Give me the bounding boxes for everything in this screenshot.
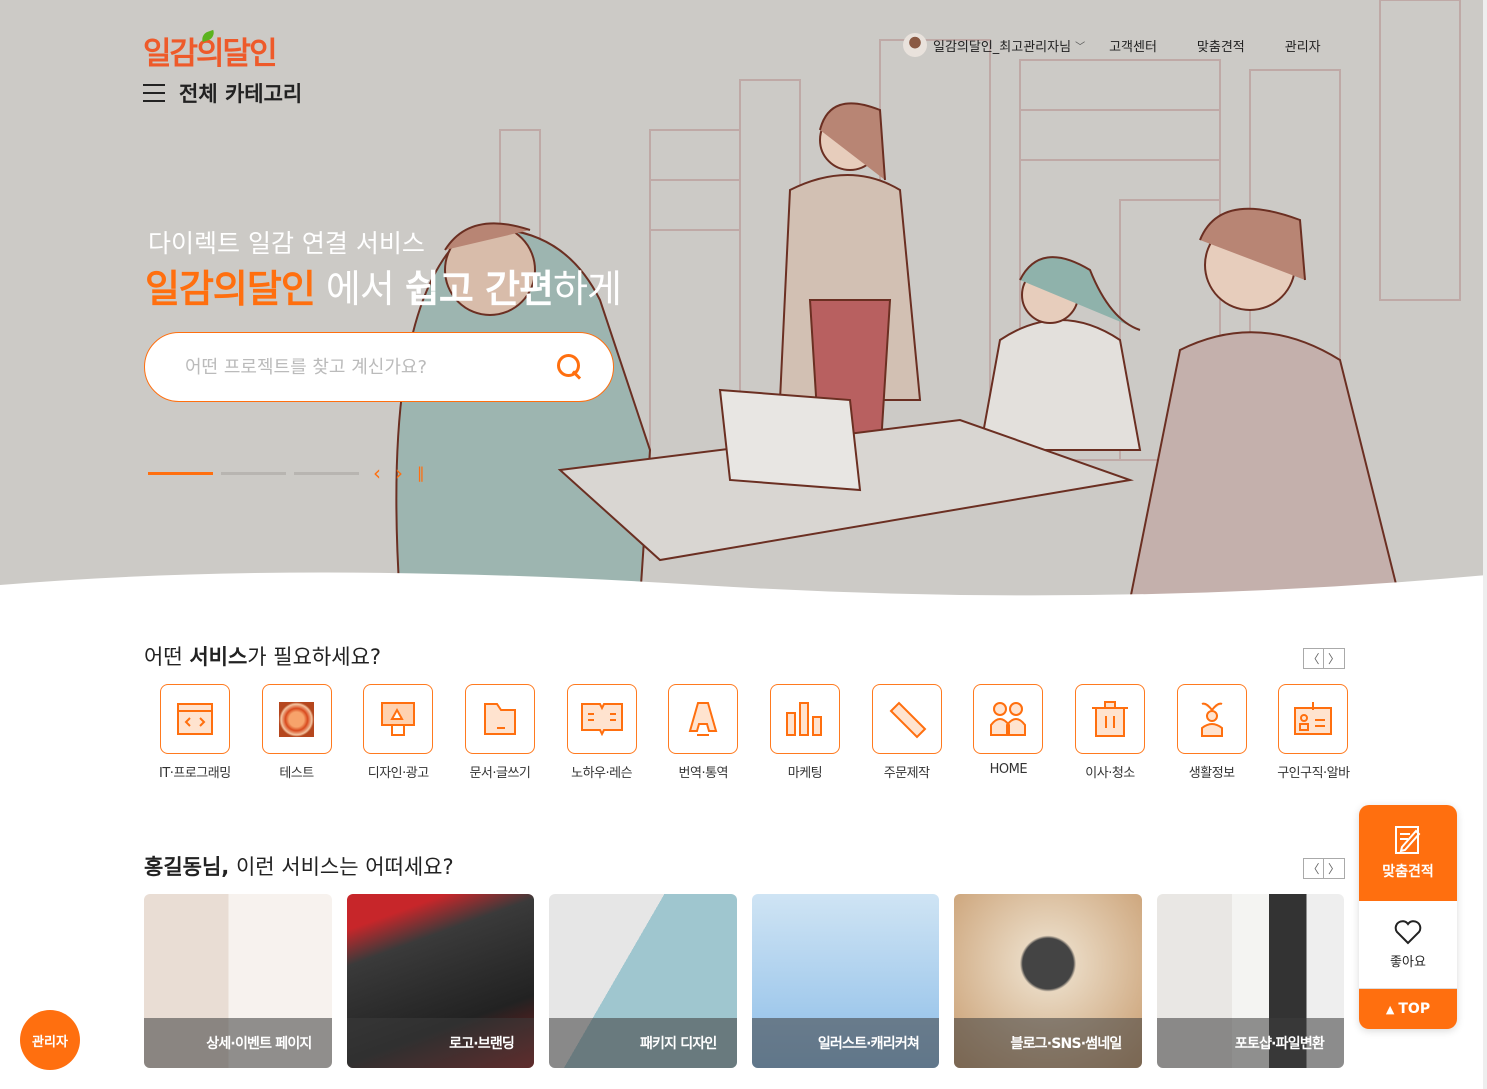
service-item[interactable]: 디자인·광고 [347, 684, 449, 781]
services-title: 어떤 서비스가 필요하세요? [144, 645, 382, 669]
quick-menu: 맞춤견적 좋아요 ▲ TOP [1359, 805, 1457, 1029]
logo-text: 일감의달인 [143, 36, 278, 72]
chevron-right-icon[interactable]: 〉 [1324, 648, 1345, 669]
search-icon[interactable] [555, 352, 585, 382]
services-arrows: 〈〉 [1303, 648, 1345, 669]
service-item[interactable]: 문서·글쓰기 [449, 684, 551, 781]
service-item[interactable]: 주문제작 [856, 684, 958, 781]
scroll-top-button[interactable]: ▲ TOP [1359, 989, 1457, 1029]
recommend-card[interactable]: 포토샵·파일변환 [1156, 894, 1344, 1068]
quick-estimate-button[interactable]: 맞춤견적 [1359, 805, 1457, 901]
service-item[interactable]: 이사·청소 [1059, 684, 1161, 781]
admin-link[interactable]: 관리자 [1285, 36, 1321, 55]
monitor-design-icon [381, 702, 416, 736]
chevron-left-icon[interactable]: 〈 [1303, 858, 1324, 879]
recommend-card[interactable]: 로고·브랜딩 [346, 894, 534, 1068]
recommend-arrows: 〈〉 [1303, 858, 1345, 879]
chevron-left-icon[interactable]: ‹ [373, 461, 381, 485]
recommend-title: 홍길동님, 이런 서비스는 어떠세요? [144, 855, 454, 879]
user-name: 일감의달인_최고관리자님 [933, 39, 1072, 55]
service-item[interactable]: 마케팅 [754, 684, 856, 781]
service-category-list: IT·프로그래밍 테스트 디자인·광고 문서·글쓰기 노하우·레슨 번역·통역 … [144, 684, 1364, 781]
ruler-icon [889, 701, 927, 739]
service-item[interactable]: 구인구직·알바 [1263, 684, 1365, 781]
chevron-left-icon[interactable]: 〈 [1303, 648, 1324, 669]
service-item[interactable]: IT·프로그래밍 [144, 684, 246, 781]
triangle-up-icon: ▲ [1385, 1002, 1395, 1016]
open-book-icon [580, 703, 623, 736]
service-item[interactable]: 테스트 [246, 684, 348, 781]
slide-indicator-2[interactable] [221, 471, 286, 475]
search-bar [144, 332, 614, 402]
chevron-down-icon: ﹀ [1075, 41, 1086, 53]
admin-floating-button[interactable]: 관리자 [20, 1010, 80, 1070]
service-item[interactable]: HOME [958, 684, 1060, 781]
bar-chart-icon [785, 702, 822, 736]
chevron-right-icon[interactable]: › [395, 461, 403, 485]
person-sprout-icon [1200, 702, 1223, 737]
recommend-card[interactable]: 패키지 디자인 [549, 894, 737, 1068]
slide-indicator-3[interactable] [294, 471, 359, 475]
hero-subtitle: 다이렉트 일감 연결 서비스 [148, 229, 425, 258]
customer-center-link[interactable]: 고객센터 [1109, 36, 1157, 55]
top-navigation: 일감의달인_최고관리자님 ﹀ 고객센터 맞춤견적 관리자 [903, 33, 1321, 57]
recommend-card[interactable]: 블로그·SNS·썸네일 [954, 894, 1142, 1068]
avatar [903, 33, 927, 57]
service-item[interactable]: 생활정보 [1161, 684, 1263, 781]
scrollbar[interactable] [1483, 0, 1487, 1089]
heart-icon [1394, 920, 1422, 945]
quick-like-button[interactable]: 좋아요 [1359, 901, 1457, 989]
site-logo[interactable]: 일감의달인 [143, 28, 278, 73]
orange-image [279, 701, 315, 737]
hamburger-menu-icon [143, 84, 165, 102]
folder-document-icon [483, 703, 516, 735]
recommend-card[interactable]: 상세·이벤트 페이지 [144, 894, 332, 1068]
edit-document-icon [1395, 826, 1421, 854]
recommend-card[interactable]: 일러스트·캐리커쳐 [751, 894, 939, 1068]
people-icon [990, 702, 1027, 736]
slide-indicator-1[interactable] [148, 471, 213, 475]
all-categories-button[interactable]: 전체 카테고리 [143, 78, 302, 108]
custom-estimate-link[interactable]: 맞춤견적 [1197, 36, 1245, 55]
code-window-icon [176, 703, 213, 735]
pause-icon[interactable]: ‖ [417, 464, 425, 482]
id-card-icon [1294, 702, 1333, 735]
category-label: 전체 카테고리 [179, 82, 303, 106]
letter-a-icon [688, 702, 718, 736]
hero-headline: 일감의달인 에서 쉽고 간편하게 [145, 267, 622, 311]
recommend-card-list: 상세·이벤트 페이지 로고·브랜딩 패키지 디자인 일러스트·캐리커쳐 블로그·… [144, 894, 1344, 1068]
hero-banner: 일감의달인 전체 카테고리 일감의달인_최고관리자님 ﹀ 고객센터 맞춤견적 관… [0, 0, 1487, 597]
chevron-right-icon[interactable]: 〉 [1324, 858, 1345, 879]
service-item[interactable]: 노하우·레슨 [551, 684, 653, 781]
service-item[interactable]: 번역·통역 [652, 684, 754, 781]
trash-bin-icon [1092, 701, 1129, 737]
user-menu[interactable]: 일감의달인_최고관리자님 ﹀ [903, 33, 1085, 57]
slide-pager: ‹ › ‖ [148, 461, 425, 485]
search-input[interactable] [185, 356, 555, 378]
